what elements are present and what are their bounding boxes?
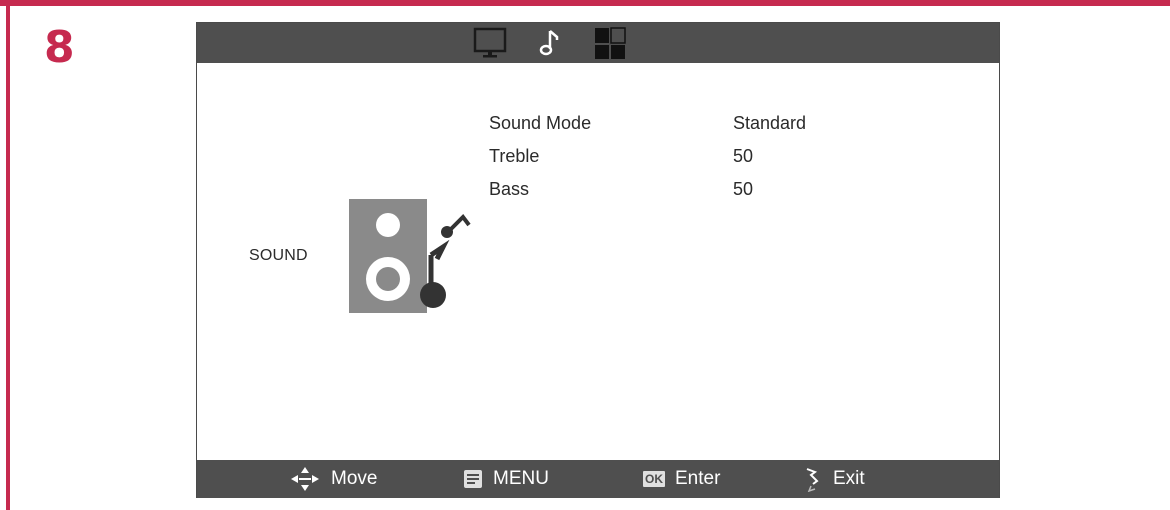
setting-label: Treble xyxy=(489,146,540,166)
menu-tab-bar xyxy=(197,23,999,63)
hint-enter: OK Enter xyxy=(643,460,720,498)
setting-sound-mode[interactable]: Sound Mode Standard xyxy=(489,113,949,141)
exit-icon xyxy=(801,466,823,492)
grid-icon xyxy=(595,27,626,59)
setting-value: 50 xyxy=(733,179,754,199)
hint-exit: Exit xyxy=(801,460,865,498)
setting-label: Sound Mode xyxy=(489,113,592,133)
tab-picture[interactable] xyxy=(473,27,509,64)
hint-bar: Move MENU OK Enter Exit xyxy=(197,460,999,498)
speaker-music-icon xyxy=(349,199,471,313)
hint-move-label: Move xyxy=(331,468,378,489)
setting-bass[interactable]: Bass 50 xyxy=(489,179,949,207)
tab-setup[interactable] xyxy=(593,27,627,66)
tv-osd-screen: SOUND Sound Mode Standard Treble 50 Bass… xyxy=(196,22,1000,498)
hint-menu: MENU xyxy=(463,460,549,498)
setting-value: Standard xyxy=(733,113,807,133)
tab-sound[interactable] xyxy=(537,27,565,64)
music-note-icon xyxy=(539,30,559,56)
ok-icon: OK xyxy=(643,471,665,487)
monitor-icon xyxy=(473,27,507,58)
ok-badge: OK xyxy=(643,471,665,487)
hint-exit-label: Exit xyxy=(833,468,865,489)
section-label: SOUND xyxy=(249,247,308,264)
hint-move: Move xyxy=(289,460,377,498)
menu-content: SOUND Sound Mode Standard Treble 50 Bass… xyxy=(197,63,999,459)
setting-label: Bass xyxy=(489,179,530,199)
move-arrows-icon xyxy=(289,466,321,492)
hint-enter-label: Enter xyxy=(675,468,721,489)
setting-value: 50 xyxy=(733,146,754,166)
setting-treble[interactable]: Treble 50 xyxy=(489,146,949,174)
frame-top-border xyxy=(0,0,1170,6)
frame-left-border xyxy=(6,6,10,510)
menu-icon xyxy=(463,469,483,489)
step-number: 8 xyxy=(44,22,75,73)
hint-menu-label: MENU xyxy=(493,468,549,489)
